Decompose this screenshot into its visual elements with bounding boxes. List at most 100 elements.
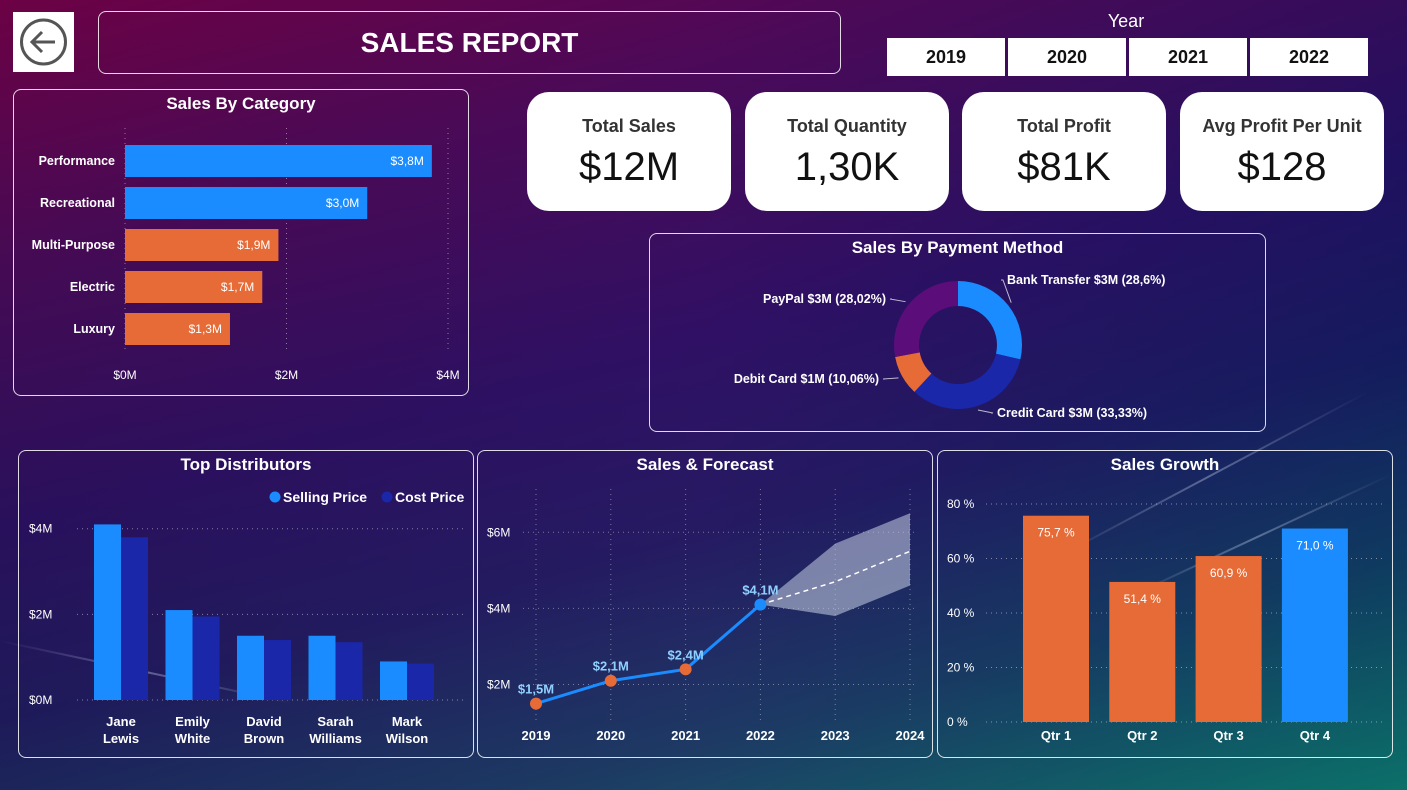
distributor-bar <box>121 537 148 700</box>
kpi-card-total-sales: Total Sales $12M <box>527 92 731 211</box>
growth-bar <box>1195 556 1262 722</box>
kpi-value: $128 <box>1237 145 1327 189</box>
category-label: Electric <box>70 280 115 294</box>
back-arrow-icon <box>20 18 67 66</box>
distributor-name: White <box>175 731 210 746</box>
data-label: 51,4 % <box>1124 592 1162 606</box>
y-tick-label: $4M <box>29 522 52 536</box>
distributor-name: David <box>246 714 281 729</box>
x-tick-label: 2023 <box>821 728 850 743</box>
distributor-name: Wilson <box>386 731 429 746</box>
year-slicer: 2019 2020 2021 2022 <box>887 38 1368 76</box>
distributors-bar-chart: $0M $2M $4M Jane Lewis Emily White David Brown Sa… <box>29 489 465 746</box>
data-label: 75,7 % <box>1037 526 1075 540</box>
kpi-label: Total Sales <box>582 116 676 136</box>
forecast-band <box>760 513 910 617</box>
x-tick-label: 2024 <box>896 728 926 743</box>
leader-line <box>882 377 899 380</box>
distributor-bar <box>237 635 264 700</box>
kpi-value: 1,30K <box>794 145 900 189</box>
donut-slice <box>894 281 958 358</box>
donut-slice <box>914 353 1021 409</box>
distributor-bar <box>192 616 220 700</box>
year-slicer-label: Year <box>1107 11 1145 31</box>
data-label: $1,3M <box>189 322 222 336</box>
donut-slice <box>958 281 1022 360</box>
data-label: $4,1M <box>742 583 778 598</box>
x-tick-label: 2021 <box>671 728 700 743</box>
category-label: Performance <box>39 154 115 168</box>
category-label: Luxury <box>73 322 115 336</box>
year-button-2020[interactable]: 2020 <box>1008 38 1126 76</box>
payment-panel: Sales By Payment Method Bank Transfer $3… <box>649 233 1266 432</box>
y-tick-label: $6M <box>487 525 510 539</box>
growth-panel: Sales Growth 0 % 20 % 40 % 60 % 80 % 75,7 % Qt… <box>937 450 1393 758</box>
distributor-name: Lewis <box>103 731 139 746</box>
payment-donut-chart: Bank Transfer $3M (28,6%) Credit Card $3M… <box>734 273 1166 420</box>
legend-label: Selling Price <box>283 489 367 505</box>
kpi-card-total-quantity: Total Quantity 1,30K <box>745 92 949 211</box>
y-tick-label: $4M <box>487 601 510 615</box>
year-button-2019[interactable]: 2019 <box>887 38 1005 76</box>
distributor-name: Sarah <box>317 714 353 729</box>
distributor-bar <box>94 524 121 700</box>
x-tick-label: 2019 <box>522 728 551 743</box>
category-bar <box>125 145 432 177</box>
y-tick-label: 20 % <box>947 661 975 675</box>
data-label: $1,7M <box>221 280 254 294</box>
data-label: $2,4M <box>668 647 704 662</box>
distributor-name: Williams <box>309 731 362 746</box>
x-tick-label: $4M <box>436 368 459 382</box>
y-tick-label: 80 % <box>947 497 975 511</box>
x-tick-label: 2022 <box>746 728 775 743</box>
actual-point <box>530 697 542 710</box>
category-label: Multi-Purpose <box>32 238 115 252</box>
distributor-name: Mark <box>392 714 423 729</box>
data-label: 60,9 % <box>1210 566 1248 580</box>
data-label: 71,0 % <box>1296 539 1334 553</box>
growth-bar <box>1023 515 1089 722</box>
distributor-name: Jane <box>106 714 136 729</box>
distributor-bar <box>407 663 434 700</box>
year-button-2022[interactable]: 2022 <box>1250 38 1368 76</box>
forecast-line-chart: 2019 2020 2021 2022 2023 2024 $2M $4M $6M $1,5M $2… <box>487 489 926 743</box>
actual-line <box>535 603 762 706</box>
y-tick-label: 40 % <box>947 606 975 620</box>
y-tick-label: 0 % <box>947 715 968 729</box>
actual-point <box>754 598 767 611</box>
distributor-name: Brown <box>244 731 285 746</box>
category-bar-chart: $0M $2M $4M $3,8M Performance $3,0M Recreation… <box>32 128 460 382</box>
y-tick-label: 60 % <box>947 552 975 566</box>
kpi-card-total-profit: Total Profit $81K <box>962 92 1166 211</box>
data-label: $2,1M <box>593 659 629 674</box>
actual-point <box>679 663 692 676</box>
kpi-label: Total Profit <box>1017 116 1111 136</box>
category-panel: Sales By Category $0M $2M $4M $3,8M Performa… <box>13 89 469 396</box>
x-tick-label: $0M <box>113 368 136 382</box>
distributor-bar <box>335 642 363 700</box>
distributors-panel: Top Distributors $0M $2M $4M Jane Lewis Emily… <box>18 450 474 758</box>
distributor-bar <box>308 635 336 700</box>
kpi-value: $81K <box>1017 145 1111 189</box>
data-label: $3,8M <box>390 154 423 168</box>
leader-line <box>889 298 906 303</box>
leader-line <box>977 409 994 414</box>
slice-label: Bank Transfer $3M (28,6%) <box>1007 273 1165 287</box>
x-tick-label: Qtr 4 <box>1300 728 1331 743</box>
x-tick-label: Qtr 1 <box>1041 728 1071 743</box>
year-button-2021[interactable]: 2021 <box>1129 38 1247 76</box>
y-tick-label: $2M <box>29 607 52 621</box>
slice-label: Credit Card $3M (33,33%) <box>997 406 1147 420</box>
kpi-label: Total Quantity <box>787 116 907 136</box>
distributor-bar <box>380 661 407 700</box>
kpi-card-avg-profit-per-unit: Avg Profit Per Unit $128 <box>1180 92 1384 211</box>
distributor-bar <box>165 610 193 700</box>
back-button[interactable] <box>13 12 74 72</box>
category-label: Recreational <box>40 196 115 210</box>
growth-bar <box>1281 528 1348 722</box>
data-label: $1,5M <box>518 682 554 697</box>
y-tick-label: $0M <box>29 693 52 707</box>
kpi-value: $12M <box>578 145 680 189</box>
x-tick-label: $2M <box>275 368 298 382</box>
slice-label: PayPal $3M (28,02%) <box>763 292 886 306</box>
